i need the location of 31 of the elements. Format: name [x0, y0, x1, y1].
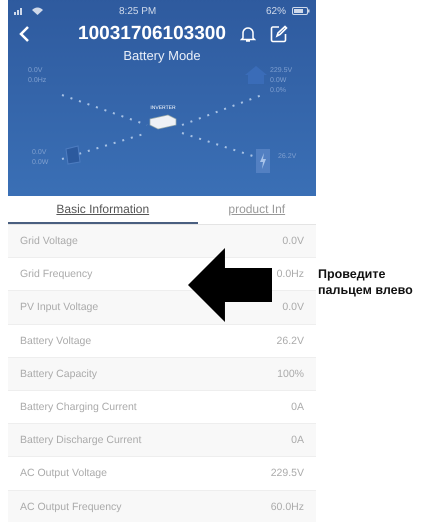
row-label: Battery Voltage: [20, 334, 92, 347]
wifi-icon: [32, 7, 43, 15]
row-value: 26.2V: [276, 334, 304, 347]
bell-icon[interactable]: [240, 25, 256, 43]
row-value: 229.5V: [270, 467, 304, 480]
status-time: 8:25 PM: [119, 6, 158, 16]
row-label: AC Output Frequency: [20, 500, 122, 513]
inverter-icon: [148, 113, 178, 131]
row-value: 0A: [291, 434, 304, 446]
left-arrow-icon: [188, 248, 272, 322]
row-label: PV Input Voltage: [20, 301, 98, 314]
row-value: 60.0Hz: [270, 500, 304, 513]
back-icon[interactable]: [18, 25, 30, 43]
device-title: 10031706103300: [78, 23, 226, 45]
row-label: AC Output Voltage: [20, 467, 107, 480]
battery-percentage: 62%: [266, 6, 286, 16]
row-value: 0.0V: [282, 235, 304, 248]
battery-bolt-icon: [256, 149, 270, 173]
row-label: Grid Frequency: [20, 268, 92, 280]
mode-label: Battery Mode: [122, 48, 202, 63]
row-label: Battery Charging Current: [20, 401, 137, 414]
row-value: 0A: [291, 401, 304, 414]
row-value: 0.0V: [282, 301, 304, 314]
row-label: Battery Discharge Current: [20, 434, 142, 446]
row-value: 0.0Hz: [276, 268, 304, 280]
row-label: Battery Capacity: [20, 368, 98, 380]
battery-icon: [292, 7, 310, 15]
swipe-instruction: Проведите пальцем влево: [318, 266, 414, 300]
row-value: 100%: [277, 368, 304, 380]
edit-icon[interactable]: [270, 25, 288, 43]
row-label: Grid Voltage: [20, 235, 78, 248]
